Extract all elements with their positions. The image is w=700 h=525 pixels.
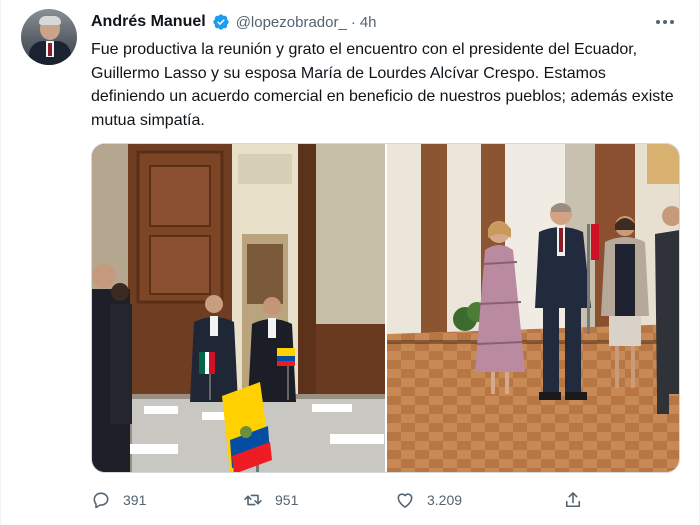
retweet-icon — [244, 494, 262, 506]
reply-button[interactable]: 391 — [91, 488, 146, 512]
heart-icon — [397, 493, 413, 508]
media-photo-hallway[interactable] — [387, 144, 679, 472]
media-photo-meeting[interactable] — [92, 144, 385, 472]
share-icon — [565, 492, 581, 508]
avatar-tie — [48, 43, 52, 56]
meeting-photo-illustration — [92, 144, 385, 472]
tweet-media[interactable] — [91, 143, 680, 473]
author-name[interactable]: Andrés Manuel — [91, 13, 206, 31]
tweet-text: Fue productiva la reunión y grato el enc… — [91, 41, 674, 129]
retweet-count: 951 — [275, 492, 299, 508]
reply-count: 391 — [123, 492, 147, 508]
like-button[interactable]: 3.209 — [395, 488, 462, 512]
more-options-icon — [656, 20, 674, 24]
avatar[interactable] — [21, 9, 77, 65]
more-options-button[interactable] — [653, 12, 677, 32]
hallway-photo-illustration — [387, 144, 679, 472]
tweet-actions: 391 951 3.209 — [91, 488, 591, 512]
reply-icon — [93, 492, 109, 509]
retweet-button[interactable]: 951 — [243, 488, 298, 512]
tweet-header: Andrés Manuel @lopezobrador_ · 4h — [91, 12, 377, 32]
tweet-card[interactable]: Andrés Manuel @lopezobrador_ · 4h Fue pr… — [0, 0, 700, 525]
header-separator: · — [350, 13, 356, 31]
avatar-hair — [39, 16, 61, 25]
author-handle[interactable]: @lopezobrador_ — [236, 14, 347, 31]
tweet-timestamp[interactable]: 4h — [360, 14, 377, 31]
verified-badge-icon — [213, 14, 229, 30]
share-button[interactable] — [563, 488, 583, 512]
like-count: 3.209 — [427, 492, 463, 508]
